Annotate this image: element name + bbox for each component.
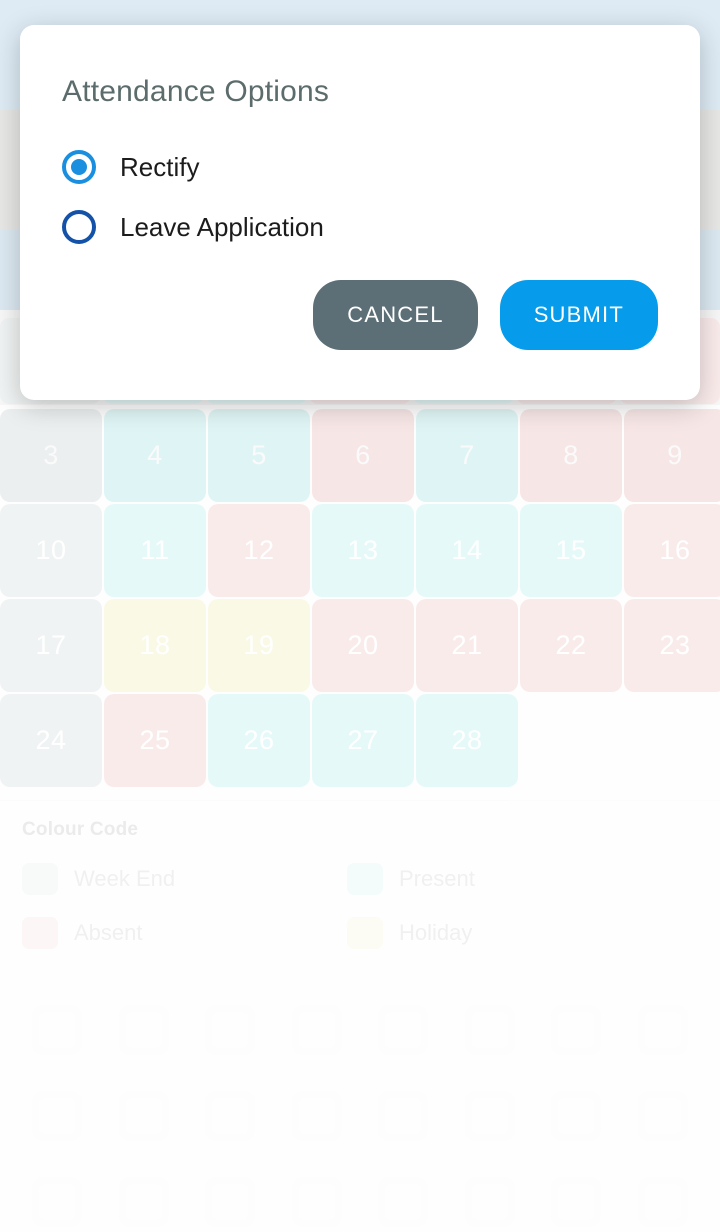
submit-button[interactable]: SUBMIT bbox=[499, 280, 658, 350]
radio-selected-icon[interactable] bbox=[62, 150, 96, 184]
attendance-options-dialog: Attendance Options Rectify Leave Applica… bbox=[20, 25, 700, 400]
dialog-title: Attendance Options bbox=[62, 75, 330, 108]
radio-option-rectify[interactable]: Rectify bbox=[62, 137, 658, 197]
radio-option-leave-application[interactable]: Leave Application bbox=[62, 197, 658, 257]
radio-unselected-icon[interactable] bbox=[62, 210, 96, 244]
radio-option-label: Rectify bbox=[120, 151, 200, 182]
dialog-action-row: CANCEL SUBMIT bbox=[313, 280, 658, 350]
cancel-button[interactable]: CANCEL bbox=[313, 280, 478, 350]
radio-option-label: Leave Application bbox=[120, 211, 324, 242]
